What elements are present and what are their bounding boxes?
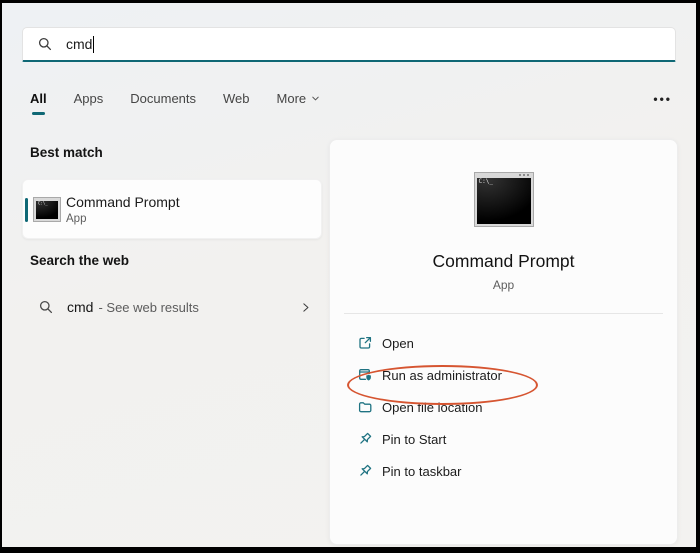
tab-label: Apps <box>74 91 104 106</box>
action-open[interactable]: Open <box>330 327 677 359</box>
text-caret <box>93 36 94 53</box>
action-list: Open Run as administrator Open file loca… <box>330 327 677 487</box>
pin-icon <box>357 431 373 447</box>
tab-label: Documents <box>130 91 196 106</box>
tab-label: More <box>277 91 307 106</box>
search-icon <box>37 36 53 52</box>
selection-indicator <box>25 198 28 222</box>
active-tab-underline <box>32 112 45 115</box>
tab-apps[interactable]: Apps <box>74 91 104 115</box>
folder-icon <box>357 399 373 415</box>
app-detail-panel: C:\_ Command Prompt App Open <box>329 139 678 545</box>
tab-documents[interactable]: Documents <box>130 91 196 115</box>
tab-label: All <box>30 91 47 106</box>
more-options-button[interactable]: ••• <box>653 91 672 106</box>
tab-more[interactable]: More <box>277 91 322 115</box>
panel-divider <box>344 313 663 314</box>
search-icon <box>38 299 54 315</box>
web-query-text: cmd <box>67 299 93 315</box>
search-query-text: cmd <box>66 36 92 52</box>
web-search-result[interactable]: cmd - See web results <box>22 287 322 327</box>
search-input[interactable]: cmd <box>22 27 676 62</box>
result-subtitle: App <box>66 213 180 225</box>
pin-icon <box>357 463 373 479</box>
panel-app-name: Command Prompt <box>330 251 677 272</box>
windows-search-panel: cmd All Apps Documents Web <box>2 3 696 547</box>
action-open-file-location[interactable]: Open file location <box>330 391 677 423</box>
ellipsis-icon: ••• <box>653 92 672 106</box>
chevron-down-icon <box>310 93 321 104</box>
web-suffix-text: - See web results <box>98 300 198 315</box>
search-filter-tabs: All Apps Documents Web More <box>30 91 672 115</box>
action-run-as-administrator[interactable]: Run as administrator <box>330 359 677 391</box>
chevron-right-icon <box>299 301 312 314</box>
tab-all[interactable]: All <box>30 91 47 115</box>
tab-label: Web <box>223 91 250 106</box>
command-prompt-icon-large: C:\_ <box>475 173 533 226</box>
best-match-heading: Best match <box>30 145 103 160</box>
action-pin-to-start[interactable]: Pin to Start <box>330 423 677 455</box>
screenshot-frame: cmd All Apps Documents Web <box>0 0 700 553</box>
tab-web[interactable]: Web <box>223 91 250 115</box>
best-match-result[interactable]: C:\_ Command Prompt App <box>22 179 322 239</box>
panel-app-type: App <box>330 278 677 292</box>
result-title: Command Prompt <box>66 194 180 210</box>
admin-shield-icon <box>357 367 373 383</box>
search-web-heading: Search the web <box>30 253 129 268</box>
command-prompt-icon: C:\_ <box>34 198 60 221</box>
action-pin-to-taskbar[interactable]: Pin to taskbar <box>330 455 677 487</box>
external-link-icon <box>357 335 373 351</box>
